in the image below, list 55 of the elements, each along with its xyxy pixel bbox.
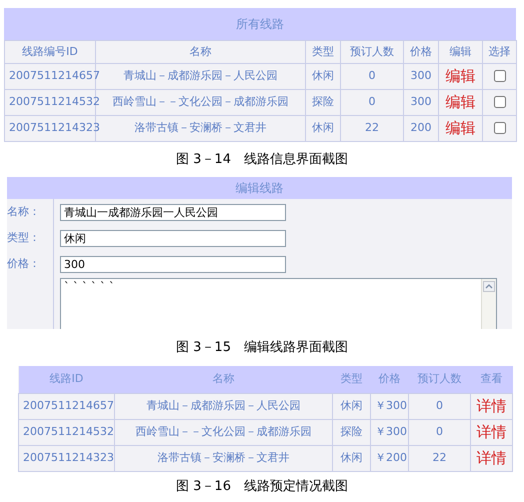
column-header: 线路ID bbox=[18, 366, 114, 393]
figure-caption: 图 3－15 编辑线路界面截图 bbox=[176, 338, 348, 357]
table-cell: 探险 bbox=[306, 90, 340, 116]
table-cell: 300 bbox=[404, 90, 438, 116]
text-field[interactable]: 300 bbox=[60, 256, 286, 272]
table-cell: 200 bbox=[404, 116, 438, 142]
table-cell: ￥200 bbox=[370, 445, 408, 471]
panel-title: 所有线路 bbox=[236, 16, 284, 33]
table-cell: 2007511214323 bbox=[18, 445, 114, 471]
column-header: 价格 bbox=[404, 40, 438, 64]
field-label: 价格： bbox=[7, 256, 40, 272]
column-header: 名称 bbox=[96, 40, 306, 64]
table-cell: 2007511214532 bbox=[18, 419, 114, 445]
figure-caption: 图 3－14 线路信息界面截图 bbox=[176, 150, 348, 169]
column-header: 类型 bbox=[306, 40, 340, 64]
field-label: 类型： bbox=[7, 230, 40, 246]
column-header: 名称 bbox=[114, 366, 332, 393]
description-text: ` ` ` ` ` ` bbox=[63, 279, 116, 295]
table-cell: ￥300 bbox=[370, 393, 408, 419]
column-header: 编辑 bbox=[438, 40, 482, 64]
scroll-up-icon[interactable] bbox=[483, 281, 495, 292]
column-header: 线路编号ID bbox=[4, 40, 96, 64]
table-cell: 22 bbox=[340, 116, 404, 142]
row-checkbox[interactable] bbox=[494, 122, 506, 134]
column-header: 价格 bbox=[370, 366, 408, 393]
table-cell: 休闲 bbox=[332, 445, 370, 471]
description-field[interactable]: ` ` ` ` ` ` bbox=[60, 278, 497, 329]
text-field[interactable]: 休闲 bbox=[60, 230, 286, 246]
field-label: 名称： bbox=[7, 204, 40, 220]
table-cell: 0 bbox=[340, 90, 404, 116]
table-cell: 西岭雪山－－文化公园－成都游乐园 bbox=[114, 419, 332, 445]
table-cell: 休闲 bbox=[332, 393, 370, 419]
table-cell: 0 bbox=[340, 64, 404, 90]
text-field[interactable]: 青城山一成都游乐园一人民公园 bbox=[60, 204, 286, 220]
panel-title: 编辑线路 bbox=[236, 180, 284, 197]
scrollbar[interactable] bbox=[481, 279, 496, 329]
table-cell: 22 bbox=[408, 445, 470, 471]
table-cell: 休闲 bbox=[306, 116, 340, 142]
figure-caption: 图 3－16 线路预定情况截图 bbox=[176, 478, 348, 496]
table-cell: 休闲 bbox=[306, 64, 340, 90]
table-cell: 0 bbox=[408, 419, 470, 445]
column-header: 选择 bbox=[482, 40, 516, 64]
table-cell: 2007511214657 bbox=[18, 393, 114, 419]
column-header: 预订人数 bbox=[408, 366, 470, 393]
table-cell: 0 bbox=[408, 393, 470, 419]
table-cell: 洛带古镇－安澜桥－文君井 bbox=[114, 445, 332, 471]
column-header: 类型 bbox=[332, 366, 370, 393]
table-cell: ￥300 bbox=[370, 419, 408, 445]
table-cell: 探险 bbox=[332, 419, 370, 445]
column-header: 预订人数 bbox=[340, 40, 404, 64]
table-cell: 300 bbox=[404, 64, 438, 90]
table-cell: 青城山－成都游乐园－人民公园 bbox=[114, 393, 332, 419]
row-checkbox[interactable] bbox=[494, 70, 506, 82]
column-header: 查看 bbox=[470, 366, 512, 393]
row-checkbox[interactable] bbox=[494, 96, 506, 108]
